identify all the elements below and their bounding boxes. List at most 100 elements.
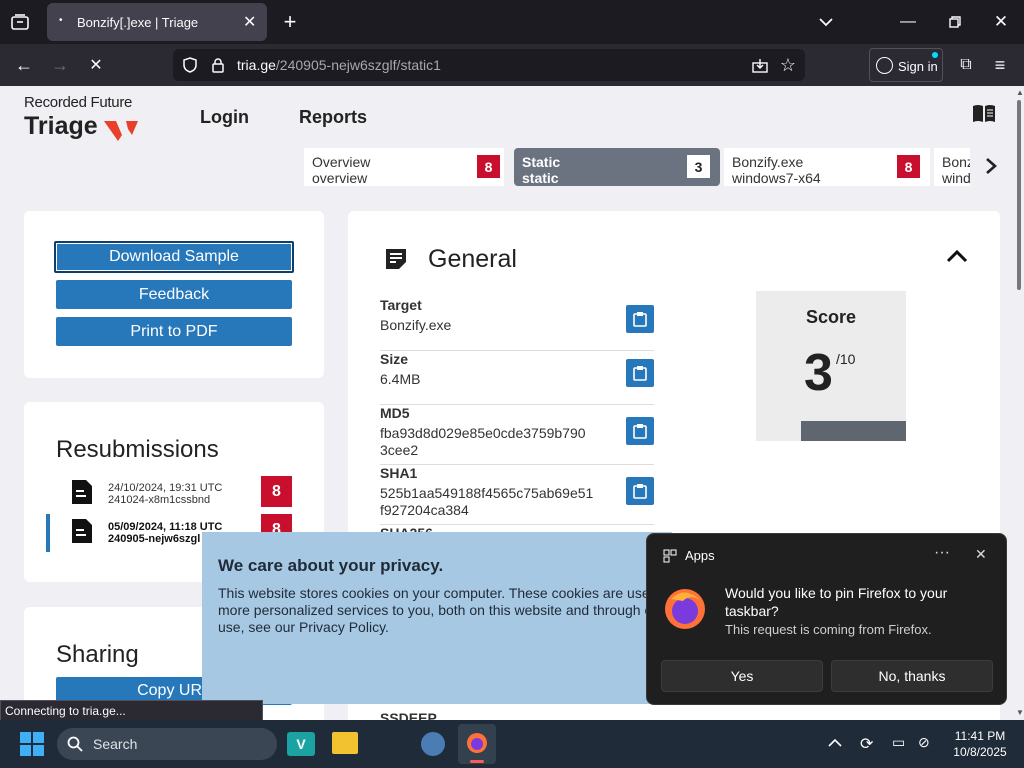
tab-overview-title: Overview xyxy=(312,154,371,170)
popup-subtext: This request is coming from Firefox. xyxy=(725,622,932,637)
active-app-indicator xyxy=(470,760,484,763)
update-sync-icon[interactable]: ⟳ xyxy=(860,734,873,754)
score-box: Score 3 /10 xyxy=(756,291,906,441)
maximize-icon[interactable] xyxy=(943,10,967,34)
notification-dot-icon xyxy=(932,52,938,58)
copy-to-clipboard-button[interactable] xyxy=(626,477,654,505)
brand-chevron-logo-icon xyxy=(104,121,138,141)
apps-icon xyxy=(663,549,677,563)
pin-firefox-popup: Apps ··· ✕ Would you like to pin Firefox… xyxy=(646,533,1007,705)
tab-bonzify-title: Bonzify.exe xyxy=(732,154,804,170)
lock-icon[interactable] xyxy=(207,54,229,76)
tab-overview-sub: overview xyxy=(312,170,368,186)
tab-static[interactable]: Static static 3 xyxy=(514,148,720,186)
tabs-next-chevron-icon[interactable] xyxy=(984,156,1004,180)
copy-to-clipboard-button[interactable] xyxy=(626,417,654,445)
brand-bottom-text: Triage xyxy=(24,112,98,140)
resubmission-id: 241024-x8m1cssbnd xyxy=(108,494,211,506)
field-value: Bonzify.exe xyxy=(380,317,452,333)
forward-icon[interactable]: → xyxy=(48,53,72,77)
nav-reports-link[interactable]: Reports xyxy=(299,107,367,128)
tab-bonzify-sub: windows7-x64 xyxy=(732,170,821,186)
taskbar-app-widget-icon[interactable]: V xyxy=(287,732,315,756)
page-scrollbar[interactable]: ▲ ▼ xyxy=(1014,86,1024,720)
field-value: fba93d8d029e85e0cde3759b790 3cee2 xyxy=(380,425,586,458)
clipboard-icon xyxy=(633,312,647,327)
windows-start-icon[interactable] xyxy=(20,732,44,756)
sharing-title: Sharing xyxy=(56,641,139,668)
search-icon xyxy=(67,736,83,752)
tab-bonzify-win7[interactable]: Bonzify.exe windows7-x64 8 xyxy=(724,148,930,186)
tab-bonzify-badge: 8 xyxy=(897,155,920,178)
save-to-pocket-icon[interactable] xyxy=(749,54,771,76)
copy-to-clipboard-button[interactable] xyxy=(626,305,654,333)
field-label: Size xyxy=(380,351,409,367)
close-window-icon[interactable]: ✕ xyxy=(989,10,1013,34)
url-path: /240905-nejw6szglf/static1 xyxy=(275,57,441,73)
download-sample-button[interactable]: Download Sample xyxy=(54,241,294,273)
clock-time[interactable]: 11:41 PM xyxy=(950,729,1010,743)
score-max: /10 xyxy=(836,351,856,367)
stop-loading-icon[interactable]: ✕ xyxy=(84,53,108,77)
book-icon[interactable] xyxy=(972,104,996,124)
close-tab-icon[interactable]: ✕ xyxy=(243,12,256,32)
account-icon xyxy=(876,57,893,74)
general-title: General xyxy=(428,245,517,273)
firefox-taskbar-icon xyxy=(467,733,487,753)
tab-static-sub: static xyxy=(522,170,559,186)
clock-date[interactable]: 10/8/2025 xyxy=(950,745,1010,759)
back-icon[interactable]: ← xyxy=(12,53,36,77)
active-browser-tab[interactable]: • Bonzify[.]exe | Triage ✕ xyxy=(47,3,267,41)
tab-partial-title: Bonz xyxy=(942,154,970,170)
search-placeholder: Search xyxy=(93,736,138,752)
general-field-row: Target Bonzify.exe xyxy=(380,297,654,351)
more-options-icon[interactable]: ··· xyxy=(934,544,950,562)
feedback-button[interactable]: Feedback xyxy=(56,280,292,309)
score-bar-fill xyxy=(801,421,833,441)
scroll-thumb[interactable] xyxy=(1017,100,1021,290)
collapse-chevron-up-icon[interactable] xyxy=(946,249,970,265)
tab-list-icon[interactable] xyxy=(8,10,32,34)
popup-no-thanks-button[interactable]: No, thanks xyxy=(831,660,993,692)
new-tab-icon[interactable]: + xyxy=(278,9,302,34)
url-bar[interactable]: tria.ge/240905-nejw6szglf/static1 ☆ xyxy=(173,49,805,81)
resubmissions-title: Resubmissions xyxy=(56,436,219,463)
extensions-icon[interactable]: ⧉ xyxy=(954,53,978,77)
triage-logo[interactable]: Recorded Future Triage xyxy=(24,94,164,141)
chevron-down-icon[interactable] xyxy=(814,10,838,34)
tab-bonzify-partial[interactable]: Bonz wind xyxy=(934,148,970,186)
popup-yes-button[interactable]: Yes xyxy=(661,660,823,692)
url-domain: tria.ge xyxy=(237,57,276,73)
browser-tab-bar: • Bonzify[.]exe | Triage ✕ + — ✕ xyxy=(0,0,1024,44)
cookie-banner: We care about your privacy. This website… xyxy=(202,532,672,704)
file-explorer-icon[interactable] xyxy=(332,732,358,754)
taskbar-app-gear-icon[interactable] xyxy=(421,732,445,756)
nav-login-link[interactable]: Login xyxy=(200,107,249,128)
tab-favicon-dot-icon: • xyxy=(59,15,63,26)
url-text[interactable]: tria.ge/240905-nejw6szglf/static1 xyxy=(237,57,441,73)
field-value: 525b1aa549188f4565c75ab69e51 f927204ca38… xyxy=(380,485,594,518)
scroll-up-arrow-icon[interactable]: ▲ xyxy=(1016,88,1024,97)
hamburger-menu-icon[interactable]: ≡ xyxy=(988,53,1012,77)
taskbar-app-blank-icon[interactable] xyxy=(376,733,400,755)
minimize-icon[interactable]: — xyxy=(896,10,920,34)
volume-muted-icon[interactable]: ⊘ xyxy=(918,734,930,751)
show-hidden-icons-chevron-icon[interactable] xyxy=(828,734,846,752)
field-label: Target xyxy=(380,297,422,313)
sign-in-button[interactable]: Sign in xyxy=(869,48,943,82)
network-icon[interactable]: ▭ xyxy=(892,734,905,751)
resubmission-date: 24/10/2024, 19:31 UTC xyxy=(108,482,223,494)
tab-overview[interactable]: Overview overview 8 xyxy=(304,148,504,186)
score-bar-track xyxy=(801,421,906,441)
resubmission-item[interactable]: 24/10/2024, 19:31 UTC 241024-x8m1cssbnd … xyxy=(24,476,324,512)
close-popup-icon[interactable]: ✕ xyxy=(975,546,987,563)
bookmark-star-icon[interactable]: ☆ xyxy=(777,54,799,76)
print-pdf-button[interactable]: Print to PDF xyxy=(56,317,292,346)
taskbar-search-box[interactable]: Search xyxy=(57,728,277,760)
taskbar-firefox-button[interactable] xyxy=(458,724,496,764)
tracking-shield-icon[interactable] xyxy=(179,54,201,76)
tab-title: Bonzify[.]exe | Triage xyxy=(77,15,199,30)
scroll-down-arrow-icon[interactable]: ▼ xyxy=(1016,708,1024,717)
copy-to-clipboard-button[interactable] xyxy=(626,359,654,387)
file-icon xyxy=(72,480,92,504)
